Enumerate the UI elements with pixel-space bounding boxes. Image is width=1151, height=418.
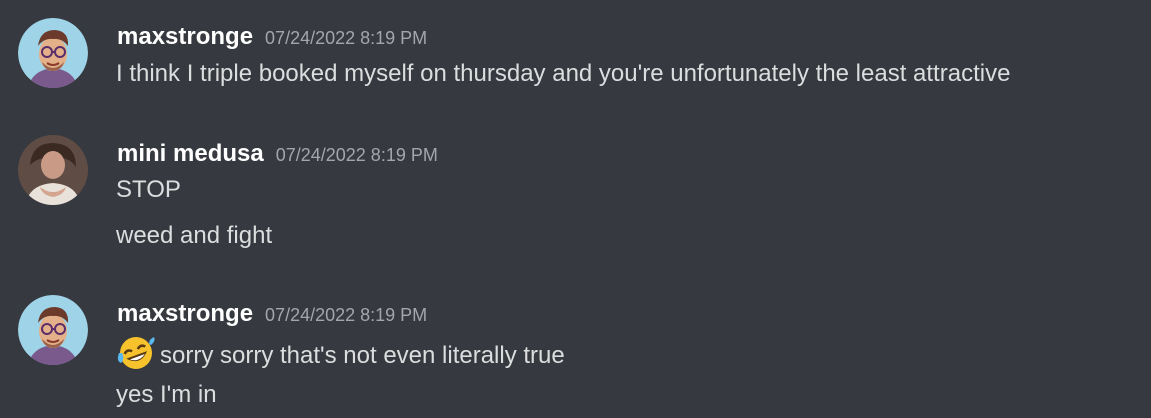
message-text: yes I'm in <box>116 381 217 408</box>
username[interactable]: maxstronge <box>117 300 253 327</box>
message-text: I think I triple booked myself on thursd… <box>116 60 1011 87</box>
avatar[interactable] <box>18 18 88 88</box>
message-text: weed and fight <box>116 222 273 249</box>
message-header: maxstronge 07/24/2022 8:19 PM <box>117 299 427 332</box>
message-header: mini medusa 07/24/2022 8:19 PM <box>117 139 438 172</box>
username[interactable]: mini medusa <box>117 140 264 167</box>
chat-messages: maxstronge 07/24/2022 8:19 PM I think I t… <box>0 0 1151 418</box>
avatar-image <box>18 135 88 205</box>
timestamp: 07/24/2022 8:19 PM <box>265 28 428 48</box>
avatar-image <box>18 18 88 88</box>
timestamp: 07/24/2022 8:19 PM <box>275 145 438 165</box>
username[interactable]: maxstronge <box>117 23 253 50</box>
message-text-content: sorry sorry that's not even literally tr… <box>160 342 565 369</box>
avatar-image <box>18 295 88 365</box>
message-text: sorry sorry that's not even literally tr… <box>116 333 565 373</box>
rolling-on-floor-laughing-emoji[interactable] <box>116 333 156 373</box>
message-header: maxstronge 07/24/2022 8:19 PM <box>117 22 427 55</box>
avatar[interactable] <box>18 295 88 365</box>
message-text: STOP <box>116 176 181 203</box>
avatar[interactable] <box>18 135 88 205</box>
timestamp: 07/24/2022 8:19 PM <box>265 305 428 325</box>
